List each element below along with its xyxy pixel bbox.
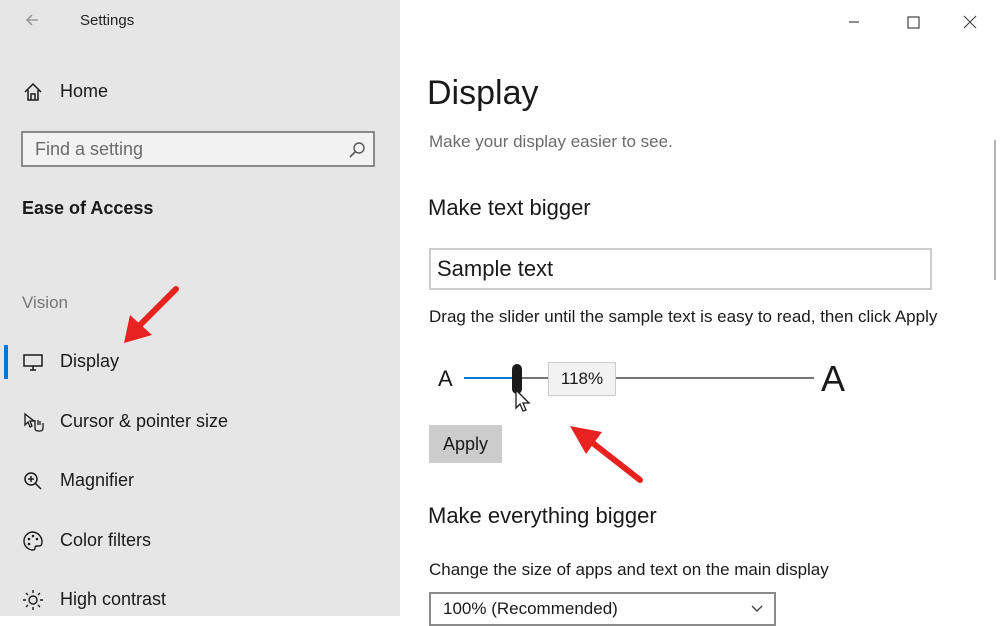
page-title: Display <box>427 74 539 112</box>
sidebar-item-magnifier[interactable]: Magnifier <box>0 461 400 501</box>
scale-dropdown-value: 100% (Recommended) <box>443 599 618 618</box>
sidebar-item-display[interactable]: Display <box>0 342 400 382</box>
search-input[interactable] <box>35 138 335 160</box>
minimize-button[interactable] <box>840 8 868 36</box>
apply-button[interactable]: Apply <box>429 425 502 463</box>
monitor-icon <box>23 354 43 371</box>
search-icon[interactable] <box>347 140 367 160</box>
sidebar-item-home[interactable]: Home <box>0 72 400 112</box>
sidebar-item-label: High contrast <box>60 589 167 609</box>
sidebar-item-label: Cursor & pointer size <box>60 411 229 431</box>
close-button[interactable] <box>956 8 984 36</box>
sidebar-item-cursor-pointer-size[interactable]: Cursor & pointer size <box>0 402 400 442</box>
slider-max-label: A <box>821 358 846 399</box>
back-button[interactable] <box>20 6 46 34</box>
section-title: Ease of Access <box>22 198 154 218</box>
maximize-button[interactable] <box>899 8 927 36</box>
cursor-pointer-icon <box>24 412 44 432</box>
search-box[interactable] <box>21 131 375 167</box>
sidebar-item-label: Home <box>60 81 109 101</box>
sidebar-item-label: Color filters <box>60 530 152 550</box>
back-arrow-icon <box>25 14 38 26</box>
group-label: Vision <box>22 293 68 312</box>
minimize-icon <box>849 21 859 23</box>
page-subtitle: Make your display easier to see. <box>429 132 673 151</box>
sidebar-item-label: Magnifier <box>60 470 135 490</box>
content-pane: Display Make your display easier to see.… <box>400 0 1000 626</box>
text-bigger-heading: Make text bigger <box>428 195 591 220</box>
sample-text-box: Sample text <box>429 248 932 290</box>
text-size-slider-fill <box>464 377 517 379</box>
sidebar: Settings Home Ease of Access Vision Disp… <box>0 0 400 616</box>
scale-dropdown[interactable]: 100% (Recommended) <box>429 592 776 626</box>
sidebar-item-high-contrast[interactable]: High contrast <box>0 580 400 620</box>
scrollbar[interactable] <box>994 140 996 280</box>
close-icon <box>963 15 977 29</box>
maximize-icon <box>907 16 920 29</box>
sun-icon <box>23 590 43 610</box>
home-icon <box>24 82 42 101</box>
annotation-arrow-icon <box>570 426 643 483</box>
window-title: Settings <box>80 12 135 29</box>
slider-min-label: A <box>438 366 453 391</box>
scale-instruction: Change the size of apps and text on the … <box>429 560 829 579</box>
slider-value-tooltip: 118% <box>548 362 616 396</box>
mouse-cursor-icon <box>515 388 531 412</box>
slider-instruction: Drag the slider until the sample text is… <box>429 307 938 326</box>
sidebar-item-color-filters[interactable]: Color filters <box>0 521 400 561</box>
chevron-down-icon <box>751 605 763 612</box>
magnifier-icon <box>24 472 42 490</box>
annotation-arrow-icon <box>124 286 179 343</box>
everything-bigger-heading: Make everything bigger <box>428 503 657 528</box>
palette-icon <box>23 531 43 551</box>
